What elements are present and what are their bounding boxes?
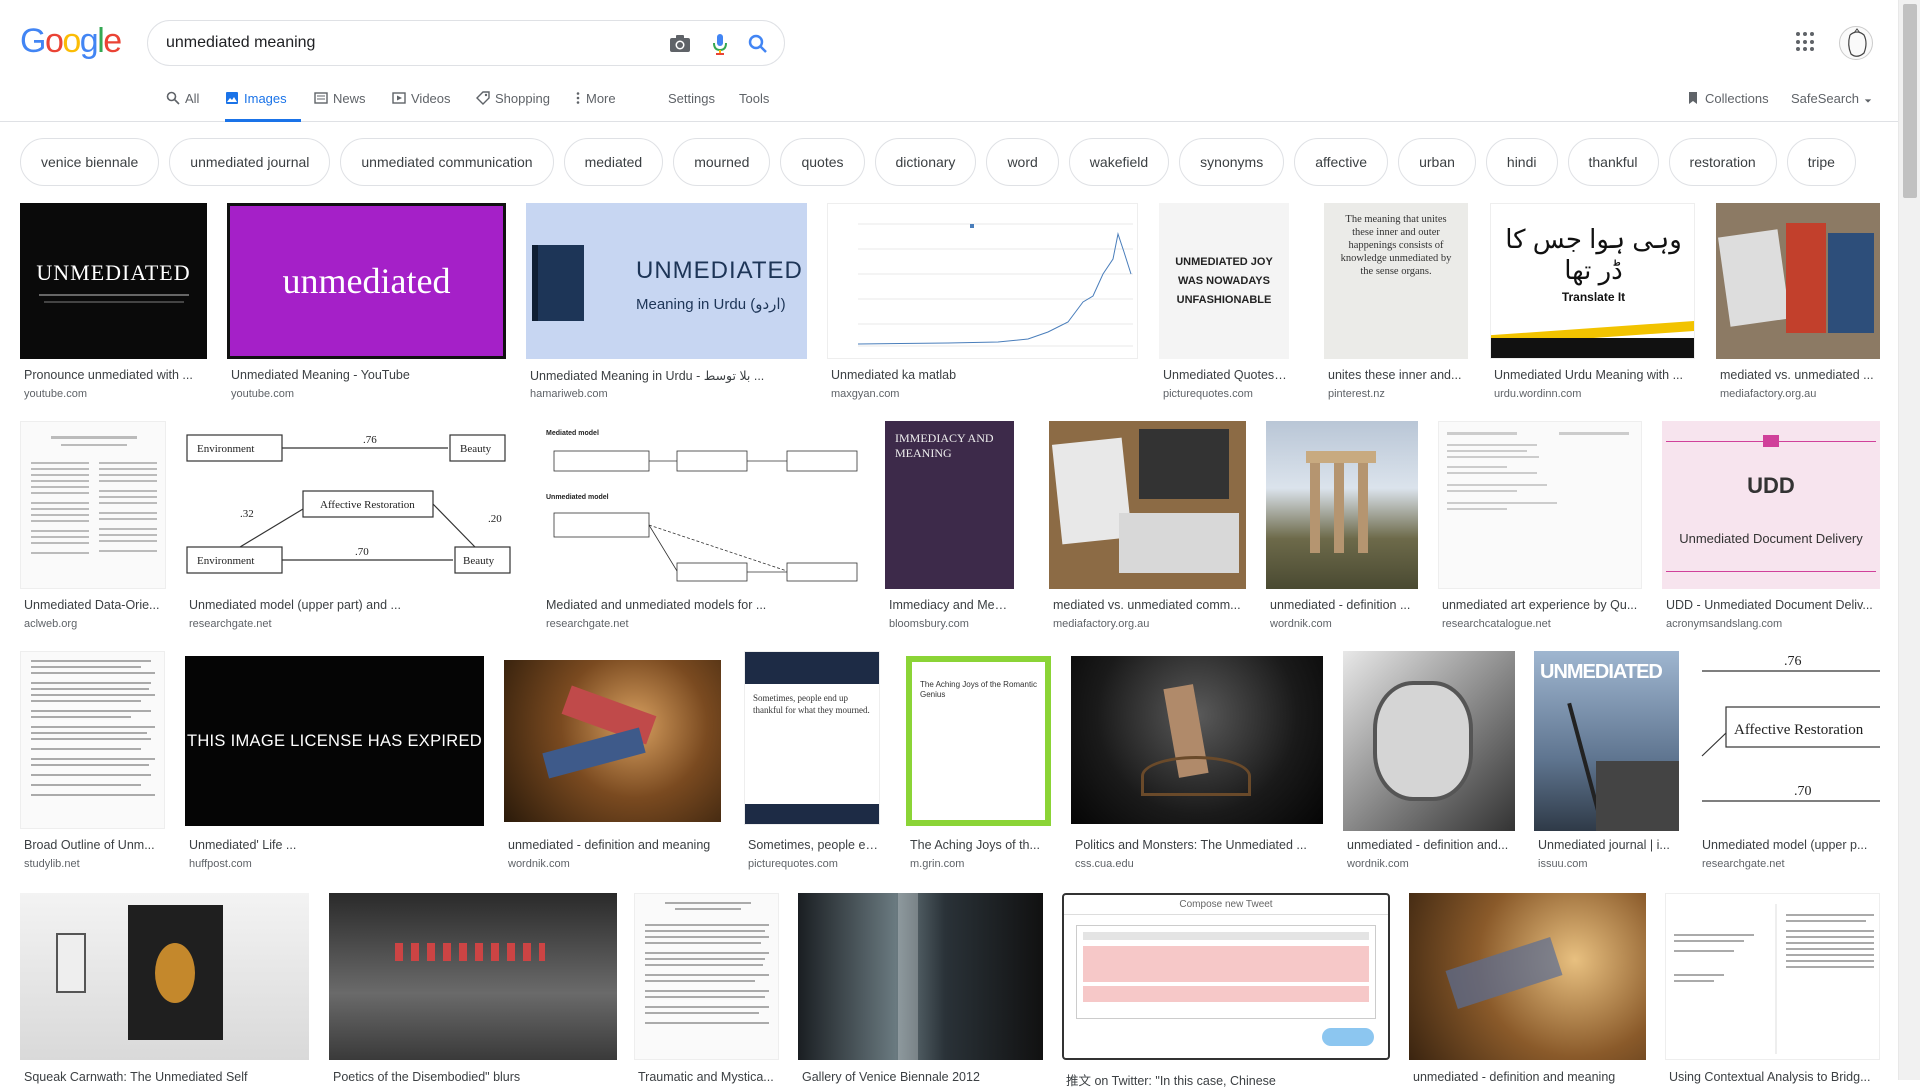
document-image [1674, 904, 1874, 1054]
thumb-text: Affective Restoration [320, 499, 415, 511]
result-source[interactable]: huffpost.com [189, 858, 252, 870]
result-source[interactable]: pinterest.nz [1328, 388, 1385, 400]
result-source[interactable]: maxgyan.com [831, 388, 899, 400]
result-title[interactable]: unmediated - definition and... [1347, 838, 1515, 852]
svg-text:Environment: Environment [197, 555, 254, 567]
thumb-subtext: Unmediated Document Delivery [1679, 531, 1863, 546]
svg-text:.70: .70 [355, 546, 369, 558]
result-source[interactable]: acronymsandslang.com [1666, 618, 1782, 630]
result-title[interactable]: Unmediated Urdu Meaning with ... [1494, 368, 1695, 382]
result-source[interactable]: researchgate.net [546, 618, 629, 630]
svg-text:.76: .76 [1784, 654, 1802, 669]
result-source[interactable]: hamariweb.com [530, 388, 608, 400]
result-source[interactable]: mediafactory.org.au [1720, 388, 1816, 400]
result-title[interactable]: Gallery of Venice Biennale 2012 [802, 1070, 1043, 1084]
result-title[interactable]: Using Contextual Analysis to Bridg... [1669, 1070, 1880, 1084]
result-title[interactable]: UDD - Unmediated Document Deliv... [1666, 598, 1880, 612]
svg-text:.20: .20 [488, 513, 502, 525]
result-source[interactable]: issuu.com [1538, 858, 1588, 870]
result-source[interactable]: css.cua.edu [1075, 858, 1134, 870]
scrollbar-thumb[interactable] [1903, 4, 1917, 198]
result-title[interactable]: Unmediated Meaning - YouTube [231, 368, 506, 382]
svg-text:.76: .76 [363, 434, 377, 446]
result-source[interactable]: researchcatalogue.net [1442, 618, 1551, 630]
result-title[interactable]: Pronounce unmediated with ... [24, 368, 207, 382]
thumb-text: UNMEDIATED [636, 257, 803, 284]
result-source[interactable]: urdu.wordinn.com [1494, 388, 1581, 400]
result-title[interactable]: unmediated - definition and meaning [508, 838, 721, 852]
thumb-text: THIS IMAGE LICENSE HAS EXPIRED [186, 731, 483, 750]
result-source[interactable]: m.grin.com [910, 858, 964, 870]
document-image [31, 660, 155, 796]
thumb-text: unmediated [230, 206, 503, 356]
result-source[interactable]: aclweb.org [24, 618, 77, 630]
result-title[interactable]: unites these inner and... [1328, 368, 1468, 382]
result-title[interactable]: Unmediated' Life ... [189, 838, 484, 852]
scrollbar[interactable] [1898, 0, 1920, 1080]
result-title[interactable]: Unmediated ka matlab [831, 368, 1138, 382]
svg-text:Beauty: Beauty [460, 443, 492, 455]
result-title[interactable]: unmediated - definition and meaning [1413, 1070, 1646, 1084]
result-title[interactable]: mediated vs. unmediated comm... [1053, 598, 1246, 612]
path-diagram-image: Environment Beauty Affective Restoration … [186, 434, 511, 574]
thumb-text: Sometimes, people end up thankful for wh… [753, 693, 870, 715]
thumb-text: Compose new Tweet [1064, 895, 1388, 915]
svg-text:Environment: Environment [197, 443, 254, 455]
thumb-subtext: Translate It [1561, 290, 1626, 304]
path-diagram-image: .76 Affective Restoration .70 [1701, 654, 1880, 802]
result-title[interactable]: Squeak Carnwath: The Unmediated Self [24, 1070, 309, 1084]
result-title[interactable]: Sometimes, people en... [748, 838, 880, 852]
thumb-text: UNMEDIATED [36, 259, 191, 285]
result-source[interactable]: picturequotes.com [748, 858, 838, 870]
result-title[interactable]: Unmediated Quotes | ... [1163, 368, 1289, 382]
result-title[interactable]: unmediated art experience by Qu... [1442, 598, 1642, 612]
thumb-text: The Aching Joys of the Romantic Genius [912, 662, 1045, 820]
thumb-text: UDD [1747, 473, 1795, 498]
thumb-text: وہی ہوا جس کا ڈر تھا [1505, 224, 1682, 285]
result-source[interactable]: studylib.net [24, 858, 80, 870]
thumb-subtext: Unmediated model [546, 494, 609, 501]
result-title[interactable]: Poetics of the Disembodied" blurs [333, 1070, 617, 1084]
result-title[interactable]: Politics and Monsters: The Unmediated ..… [1075, 838, 1323, 852]
result-title[interactable]: Unmediated model (upper p... [1702, 838, 1880, 852]
thumb-subtext: Meaning in Urdu (اردو) [636, 296, 786, 313]
result-title[interactable]: Traumatic and Mystica... [638, 1070, 779, 1084]
result-title[interactable]: Unmediated model (upper part) and ... [189, 598, 523, 612]
result-title[interactable]: Unmediated Meaning in Urdu - بلا توسط ..… [530, 368, 807, 383]
result-source[interactable]: researchgate.net [189, 618, 272, 630]
trend-chart-image [857, 223, 1133, 347]
result-source[interactable]: wordnik.com [1347, 858, 1409, 870]
thumb-text: Mediated model [546, 430, 599, 437]
models-diagram-image: Mediated model Unmediated model [546, 430, 858, 582]
result-source[interactable]: researchgate.net [1702, 858, 1785, 870]
result-source[interactable]: mediafactory.org.au [1053, 618, 1149, 630]
thumb-text: UNMEDIATED [1540, 661, 1663, 683]
result-title[interactable]: Unmediated Data-Orie... [24, 598, 166, 612]
result-source[interactable]: wordnik.com [1270, 618, 1332, 630]
document-image [1447, 432, 1629, 510]
result-source[interactable]: youtube.com [231, 388, 294, 400]
result-source[interactable]: youtube.com [24, 388, 87, 400]
thumb-text: Affective Restoration [1734, 722, 1864, 738]
image-results: UNMEDIATED Pronounce unmediated with ...… [0, 0, 1898, 1088]
svg-text:.70: .70 [1794, 784, 1812, 799]
result-title[interactable]: unmediated - definition ... [1270, 598, 1418, 612]
result-title[interactable]: Unmediated journal | i... [1538, 838, 1679, 852]
thumb-text: UNMEDIATED JOY WAS NOWADAYS UNFASHIONABL… [1175, 255, 1273, 306]
paper-page-image [31, 436, 157, 554]
result-source[interactable]: bloomsbury.com [889, 618, 969, 630]
result-title[interactable]: Mediated and unmediated models for ... [546, 598, 865, 612]
result-title[interactable]: Immediacy and Meani... [889, 598, 1014, 612]
result-title[interactable]: mediated vs. unmediated ... [1720, 368, 1880, 382]
result-source[interactable]: wordnik.com [508, 858, 570, 870]
result-title[interactable]: The Aching Joys of th... [910, 838, 1051, 852]
result-source[interactable]: picturequotes.com [1163, 388, 1253, 400]
thumb-text: The meaning that unites these inner and … [1340, 214, 1452, 277]
document-image [645, 902, 769, 1024]
result-title[interactable]: Broad Outline of Unm... [24, 838, 165, 852]
svg-text:Beauty: Beauty [463, 555, 495, 567]
thumb-text: IMMEDIACY AND MEANING [895, 431, 994, 460]
svg-text:.32: .32 [240, 508, 254, 520]
